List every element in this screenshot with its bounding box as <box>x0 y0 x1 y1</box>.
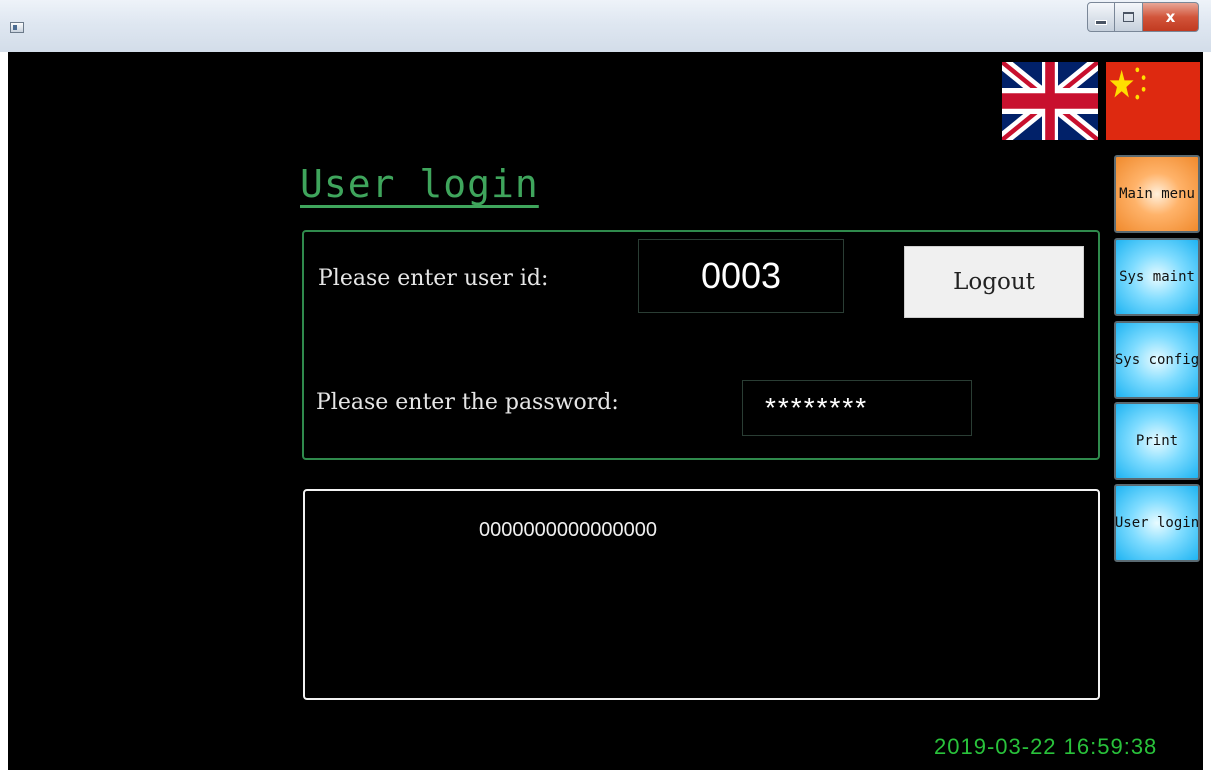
english-flag-button[interactable] <box>1002 62 1098 140</box>
minimize-button[interactable] <box>1087 2 1115 32</box>
logout-button[interactable]: Logout <box>904 246 1084 318</box>
client-area: User login Please enter user id: 0003 Lo… <box>8 52 1203 770</box>
datetime-display: 2019-03-22 16:59:38 <box>934 734 1158 759</box>
nav-print-button[interactable]: Print <box>1114 402 1200 480</box>
minimize-icon <box>1095 19 1107 25</box>
login-panel: Please enter user id: 0003 Logout Please… <box>302 230 1100 460</box>
maximize-button[interactable] <box>1115 2 1143 32</box>
message-panel: 0000000000000000 <box>303 489 1100 700</box>
user-id-label: Please enter user id: <box>318 266 549 291</box>
app-icon <box>10 22 24 33</box>
window-controls: x <box>1087 2 1199 38</box>
page-title: User login <box>300 162 539 206</box>
close-icon: x <box>1165 8 1176 26</box>
chinese-flag-button[interactable] <box>1106 62 1200 140</box>
message-text: 0000000000000000 <box>479 519 657 541</box>
window-titlebar[interactable]: x <box>0 0 1211 52</box>
nav-user-login-button[interactable]: User login <box>1114 484 1200 562</box>
nav-main-menu-button[interactable]: Main menu <box>1114 155 1200 233</box>
close-button[interactable]: x <box>1143 2 1199 32</box>
maximize-icon <box>1123 12 1134 22</box>
password-input[interactable]: ******** <box>742 380 972 436</box>
user-id-input[interactable]: 0003 <box>638 239 844 313</box>
nav-sys-config-button[interactable]: Sys config <box>1114 321 1200 399</box>
password-label: Please enter the password: <box>316 390 619 415</box>
nav-sys-maint-button[interactable]: Sys maint <box>1114 238 1200 316</box>
